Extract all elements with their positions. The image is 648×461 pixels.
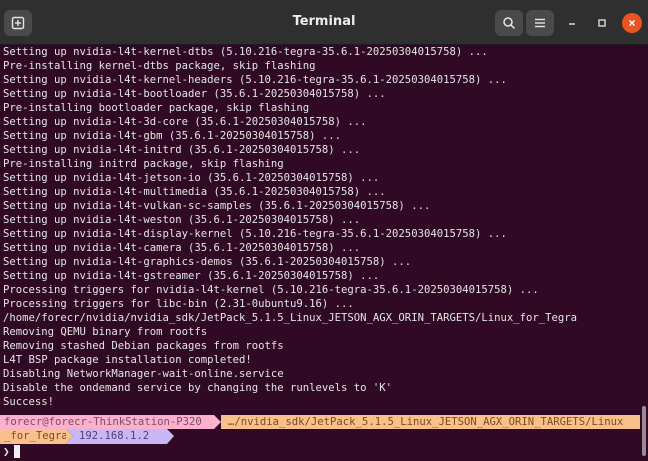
prompt-ip-address: 192.168.1.2 (66, 429, 167, 444)
terminal-window: Terminal Setting up nvidia-l4t-kernel-dt… (0, 0, 648, 461)
menu-button[interactable] (526, 10, 554, 36)
text-cursor (14, 445, 20, 458)
prompt-line-1: forecr@forecr-ThinkStation-P320 …/nvidia… (0, 415, 640, 429)
output-line: Setting up nvidia-l4t-multimedia (35.6.1… (3, 186, 386, 198)
output-line: Disable the ondemand service by changing… (3, 382, 393, 394)
output-line: Removing QEMU binary from rootfs (3, 326, 208, 338)
output-line: Setting up nvidia-l4t-graphics-demos (35… (3, 256, 412, 268)
output-line: Setting up nvidia-l4t-3d-core (35.6.1-20… (3, 116, 367, 128)
output-line: Disabling NetworkManager-wait-online.ser… (3, 368, 284, 380)
output-line: Setting up nvidia-l4t-vulkan-sc-samples … (3, 200, 431, 212)
maximize-button[interactable] (592, 13, 612, 33)
output-line: Processing triggers for nvidia-l4t-kerne… (3, 284, 539, 296)
output-line: Pre-installing kernel-dtbs package, skip… (3, 60, 316, 72)
maximize-icon (598, 19, 606, 27)
output-line: Setting up nvidia-l4t-gbm (35.6.1-202503… (3, 130, 342, 142)
output-line: Setting up nvidia-l4t-display-kernel (5.… (3, 228, 507, 240)
title-bar: Terminal (0, 0, 648, 45)
scrollbar[interactable] (642, 406, 646, 456)
output-line: Processing triggers for libc-bin (2.31-0… (3, 298, 354, 310)
output-line: Pre-installing initrd package, skip flas… (3, 158, 284, 170)
prompt-input-line[interactable]: ❯ (0, 444, 640, 459)
prompt-separator (167, 429, 174, 444)
output-line: Removing stashed Debian packages from ro… (3, 340, 284, 352)
minimize-icon (569, 23, 575, 25)
minimize-button[interactable] (562, 13, 582, 33)
output-line: Success! (3, 396, 55, 408)
output-line: /home/forecr/nvidia/nvidia_sdk/JetPack_5… (3, 312, 578, 324)
output-line: Setting up nvidia-l4t-kernel-headers (5.… (3, 74, 507, 86)
prompt-line-2: _for_Tegra 192.168.1.2 (0, 429, 640, 444)
output-line: Setting up nvidia-l4t-gstreamer (35.6.1-… (3, 270, 380, 282)
output-line: Setting up nvidia-l4t-kernel-dtbs (5.10.… (3, 46, 488, 58)
close-button[interactable] (622, 13, 642, 33)
output-line: L4T BSP package installation completed! (3, 354, 252, 366)
output-line: Pre-installing bootloader package, skip … (3, 102, 310, 114)
output-line: Setting up nvidia-l4t-weston (35.6.1-202… (3, 214, 361, 226)
prompt-path-continued: _for_Tegra (0, 429, 68, 444)
prompt-path: …/nvidia_sdk/JetPack_5.1.5_Linux_JETSON_… (221, 415, 640, 429)
output-line: Setting up nvidia-l4t-camera (35.6.1-202… (3, 242, 361, 254)
hamburger-menu-icon (535, 18, 545, 28)
close-icon (628, 19, 636, 27)
search-icon (503, 17, 516, 30)
prompt-user-host: forecr@forecr-ThinkStation-P320 (0, 415, 214, 429)
output-line: Setting up nvidia-l4t-initrd (35.6.1-202… (3, 144, 361, 156)
search-button[interactable] (495, 10, 523, 36)
prompt-chevron: ❯ (3, 445, 10, 458)
output-line: Setting up nvidia-l4t-jetson-io (35.6.1-… (3, 172, 380, 184)
output-line: Setting up nvidia-l4t-bootloader (35.6.1… (3, 88, 386, 100)
prompt-separator (214, 415, 221, 429)
terminal-output[interactable]: Setting up nvidia-l4t-kernel-dtbs (5.10.… (0, 45, 640, 461)
